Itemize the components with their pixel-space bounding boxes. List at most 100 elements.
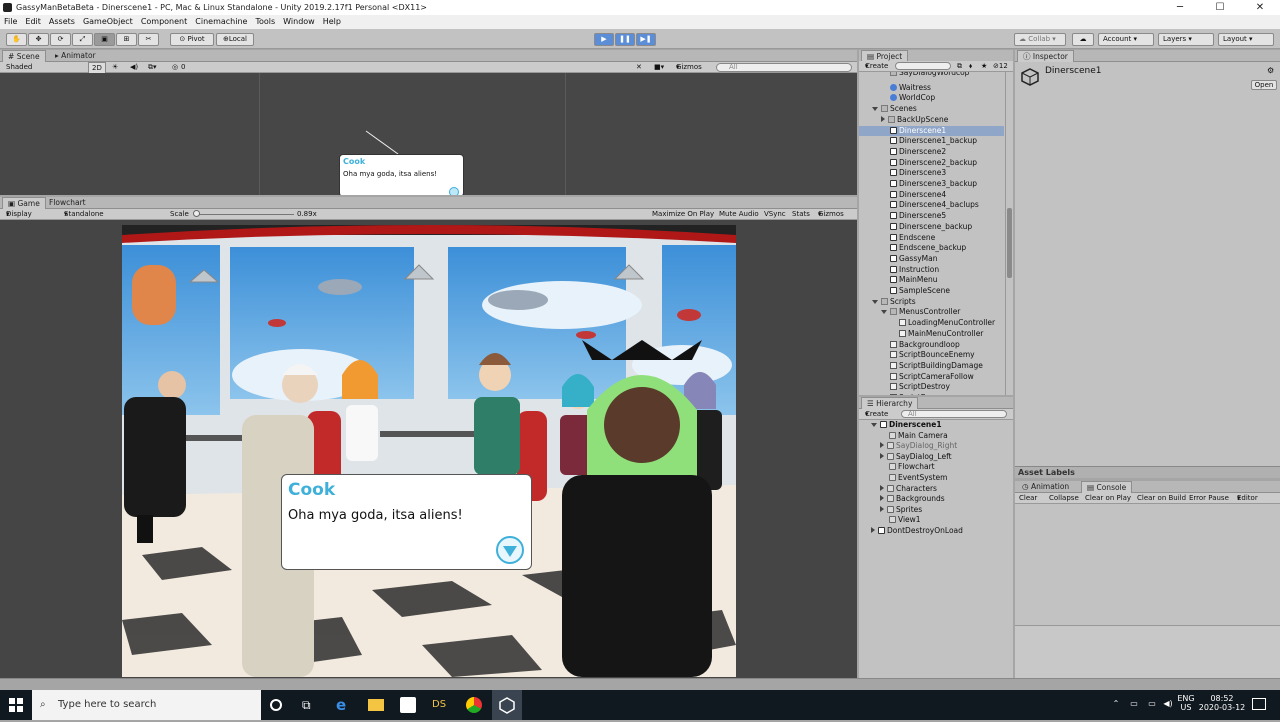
project-tree-item[interactable]: Dinerscene3_backup bbox=[859, 179, 1004, 190]
foldout-arrow-icon[interactable] bbox=[871, 423, 877, 427]
play-button[interactable]: ▶ bbox=[594, 33, 614, 46]
gizmos-dropdown[interactable]: Gizmos ▾ bbox=[676, 62, 702, 72]
store-icon[interactable] bbox=[400, 697, 416, 713]
hierarchy-item[interactable]: Flowchart bbox=[859, 462, 1004, 473]
project-tree-item[interactable]: Dinerscene1_backup bbox=[859, 136, 1004, 147]
project-tree-item[interactable]: ScriptDestroy bbox=[859, 382, 1004, 393]
hierarchy-item[interactable]: Characters bbox=[859, 484, 1004, 495]
hand-tool-button[interactable]: ✋ bbox=[6, 33, 27, 46]
notifications-icon[interactable] bbox=[1252, 698, 1266, 710]
foldout-arrow-icon[interactable] bbox=[880, 495, 884, 502]
inspector-settings-icon[interactable]: ⚙ bbox=[1267, 66, 1274, 75]
account-dropdown[interactable]: Account ▾ bbox=[1098, 33, 1154, 46]
console-log-area[interactable] bbox=[1015, 504, 1280, 626]
scale-slider-thumb[interactable] bbox=[193, 210, 200, 217]
menu-window[interactable]: Window bbox=[279, 15, 319, 29]
project-tree-item[interactable]: Endscene_backup bbox=[859, 243, 1004, 254]
game-dialog-box[interactable]: Cook Oha mya goda, itsa aliens! bbox=[281, 474, 532, 570]
file-explorer-icon[interactable] bbox=[368, 699, 384, 711]
project-scrollbar-thumb[interactable] bbox=[1007, 208, 1012, 278]
project-tree-item[interactable]: Dinerscene5 bbox=[859, 211, 1004, 222]
menu-assets[interactable]: Assets bbox=[45, 15, 79, 29]
foldout-arrow-icon[interactable] bbox=[871, 527, 875, 533]
project-tree-item[interactable]: Backgroundloop bbox=[859, 340, 1004, 351]
step-button[interactable]: ▶❚ bbox=[636, 33, 656, 46]
console-clear-on-build-button[interactable]: Clear on Build bbox=[1137, 493, 1186, 503]
move-tool-button[interactable]: ✥ bbox=[28, 33, 49, 46]
tab-console[interactable]: ▤ Console bbox=[1081, 481, 1133, 493]
foldout-arrow-icon[interactable] bbox=[881, 115, 885, 122]
menu-edit[interactable]: Edit bbox=[21, 15, 45, 29]
foldout-arrow-icon[interactable] bbox=[880, 452, 884, 459]
project-tree-item[interactable]: Dinerscene2 bbox=[859, 147, 1004, 158]
edge-browser-icon[interactable]: e bbox=[336, 697, 352, 713]
scene-view[interactable]: Cook Oha mya goda, itsa aliens! bbox=[0, 73, 857, 195]
project-tree-item[interactable]: ScriptEnemy bbox=[859, 393, 1004, 395]
audio-toggle-icon[interactable]: ◀) bbox=[130, 62, 138, 72]
foldout-arrow-icon[interactable] bbox=[872, 107, 878, 112]
project-tree-item[interactable]: Dinerscene1 bbox=[859, 125, 1004, 137]
project-tree-item[interactable]: Instruction bbox=[859, 265, 1004, 276]
console-clear-on-play-button[interactable]: Clear on Play bbox=[1085, 493, 1131, 503]
menu-help[interactable]: Help bbox=[319, 15, 345, 29]
keyboard-icon[interactable]: ▭ bbox=[1146, 699, 1158, 708]
foldout-arrow-icon[interactable] bbox=[881, 310, 887, 315]
maximize-on-play-toggle[interactable]: Maximize On Play bbox=[652, 209, 714, 219]
project-tree-item[interactable]: Waitress bbox=[859, 83, 1004, 94]
hierarchy-search-input[interactable]: All bbox=[901, 410, 1007, 418]
collab-dropdown[interactable]: ☁ Collab ▾ bbox=[1014, 33, 1066, 46]
volume-icon[interactable]: ◀) bbox=[1162, 699, 1174, 708]
project-create-dropdown[interactable]: Create ▾ bbox=[865, 61, 888, 71]
hierarchy-item[interactable]: SayDialog_Right bbox=[859, 441, 1004, 452]
project-tree-item[interactable]: ScriptBounceEnemy bbox=[859, 350, 1004, 361]
hierarchy-item[interactable]: Backgrounds bbox=[859, 494, 1004, 505]
menu-cinemachine[interactable]: Cinemachine bbox=[191, 15, 251, 29]
project-tree-item[interactable]: MenusController bbox=[859, 307, 1004, 318]
open-button[interactable]: Open bbox=[1251, 80, 1277, 90]
pivot-toggle[interactable]: ⊙ Pivot bbox=[170, 33, 214, 46]
clock[interactable]: 08:52 2020-03-12 bbox=[1198, 694, 1246, 712]
game-frame[interactable]: Cook Oha mya goda, itsa aliens! bbox=[122, 225, 736, 677]
rect-tool-button[interactable]: ▣ bbox=[94, 33, 115, 46]
taskbar-search-input[interactable]: ⌕ Type here to search bbox=[32, 690, 261, 720]
layers-dropdown[interactable]: Layers ▾ bbox=[1158, 33, 1214, 46]
tab-animator[interactable]: ▸ Animator bbox=[50, 50, 101, 62]
filter-label-icon[interactable]: ⬧ bbox=[969, 61, 972, 71]
project-tree-item[interactable]: Dinerscene4_baclups bbox=[859, 200, 1004, 211]
transform-tool-button[interactable]: ⊞ bbox=[116, 33, 137, 46]
foldout-arrow-icon[interactable] bbox=[872, 299, 878, 304]
menu-file[interactable]: File bbox=[0, 15, 21, 29]
menu-gameobject[interactable]: GameObject bbox=[79, 15, 137, 29]
hierarchy-item[interactable]: SayDialog_Left bbox=[859, 452, 1004, 463]
unity-taskbar-icon[interactable] bbox=[492, 690, 522, 720]
project-tree-item[interactable]: WorldCop bbox=[859, 93, 1004, 104]
project-search-input[interactable] bbox=[895, 62, 951, 70]
project-tree-item[interactable]: SampleScene bbox=[859, 286, 1004, 297]
foldout-arrow-icon[interactable] bbox=[880, 484, 884, 491]
chrome-icon[interactable] bbox=[466, 697, 482, 713]
vsync-toggle[interactable]: VSync bbox=[764, 209, 786, 219]
project-tree-item[interactable]: Scenes bbox=[859, 104, 1004, 115]
hierarchy-item[interactable]: View1 bbox=[859, 515, 1004, 526]
project-tree-item[interactable]: Dinerscene3 bbox=[859, 168, 1004, 179]
resolution-dropdown[interactable]: Standalone (1024x768) ▾ bbox=[64, 209, 105, 228]
shading-dropdown[interactable]: Shaded bbox=[6, 62, 32, 72]
project-tree-item[interactable]: ScriptBuildingDamage bbox=[859, 361, 1004, 372]
custom-tool-button[interactable]: ✂ bbox=[138, 33, 159, 46]
hierarchy-item[interactable]: Sprites bbox=[859, 505, 1004, 516]
foldout-arrow-icon[interactable] bbox=[880, 505, 884, 512]
hidden-objects-icon[interactable]: ◎ bbox=[172, 62, 178, 72]
network-icon[interactable]: ▭ bbox=[1128, 699, 1140, 708]
camera-icon[interactable]: ■▾ bbox=[654, 62, 664, 72]
pause-button[interactable]: ❚❚ bbox=[615, 33, 635, 46]
rotate-tool-button[interactable]: ⟳ bbox=[50, 33, 71, 46]
mute-audio-toggle[interactable]: Mute Audio bbox=[719, 209, 759, 219]
project-tree-item[interactable]: LoadingMenuController bbox=[859, 318, 1004, 329]
hierarchy-item[interactable]: Dinerscene1 bbox=[859, 420, 1004, 431]
close-button[interactable]: ✕ bbox=[1240, 0, 1280, 15]
scene-dialog-bubble[interactable]: Cook Oha mya goda, itsa aliens! bbox=[339, 154, 464, 195]
tab-flowchart[interactable]: Flowchart bbox=[44, 197, 91, 209]
display-dropdown[interactable]: Display 1 ▾ bbox=[6, 209, 32, 228]
continue-arrow-icon[interactable] bbox=[496, 536, 524, 564]
task-view-icon[interactable]: ⧉ bbox=[302, 697, 318, 713]
